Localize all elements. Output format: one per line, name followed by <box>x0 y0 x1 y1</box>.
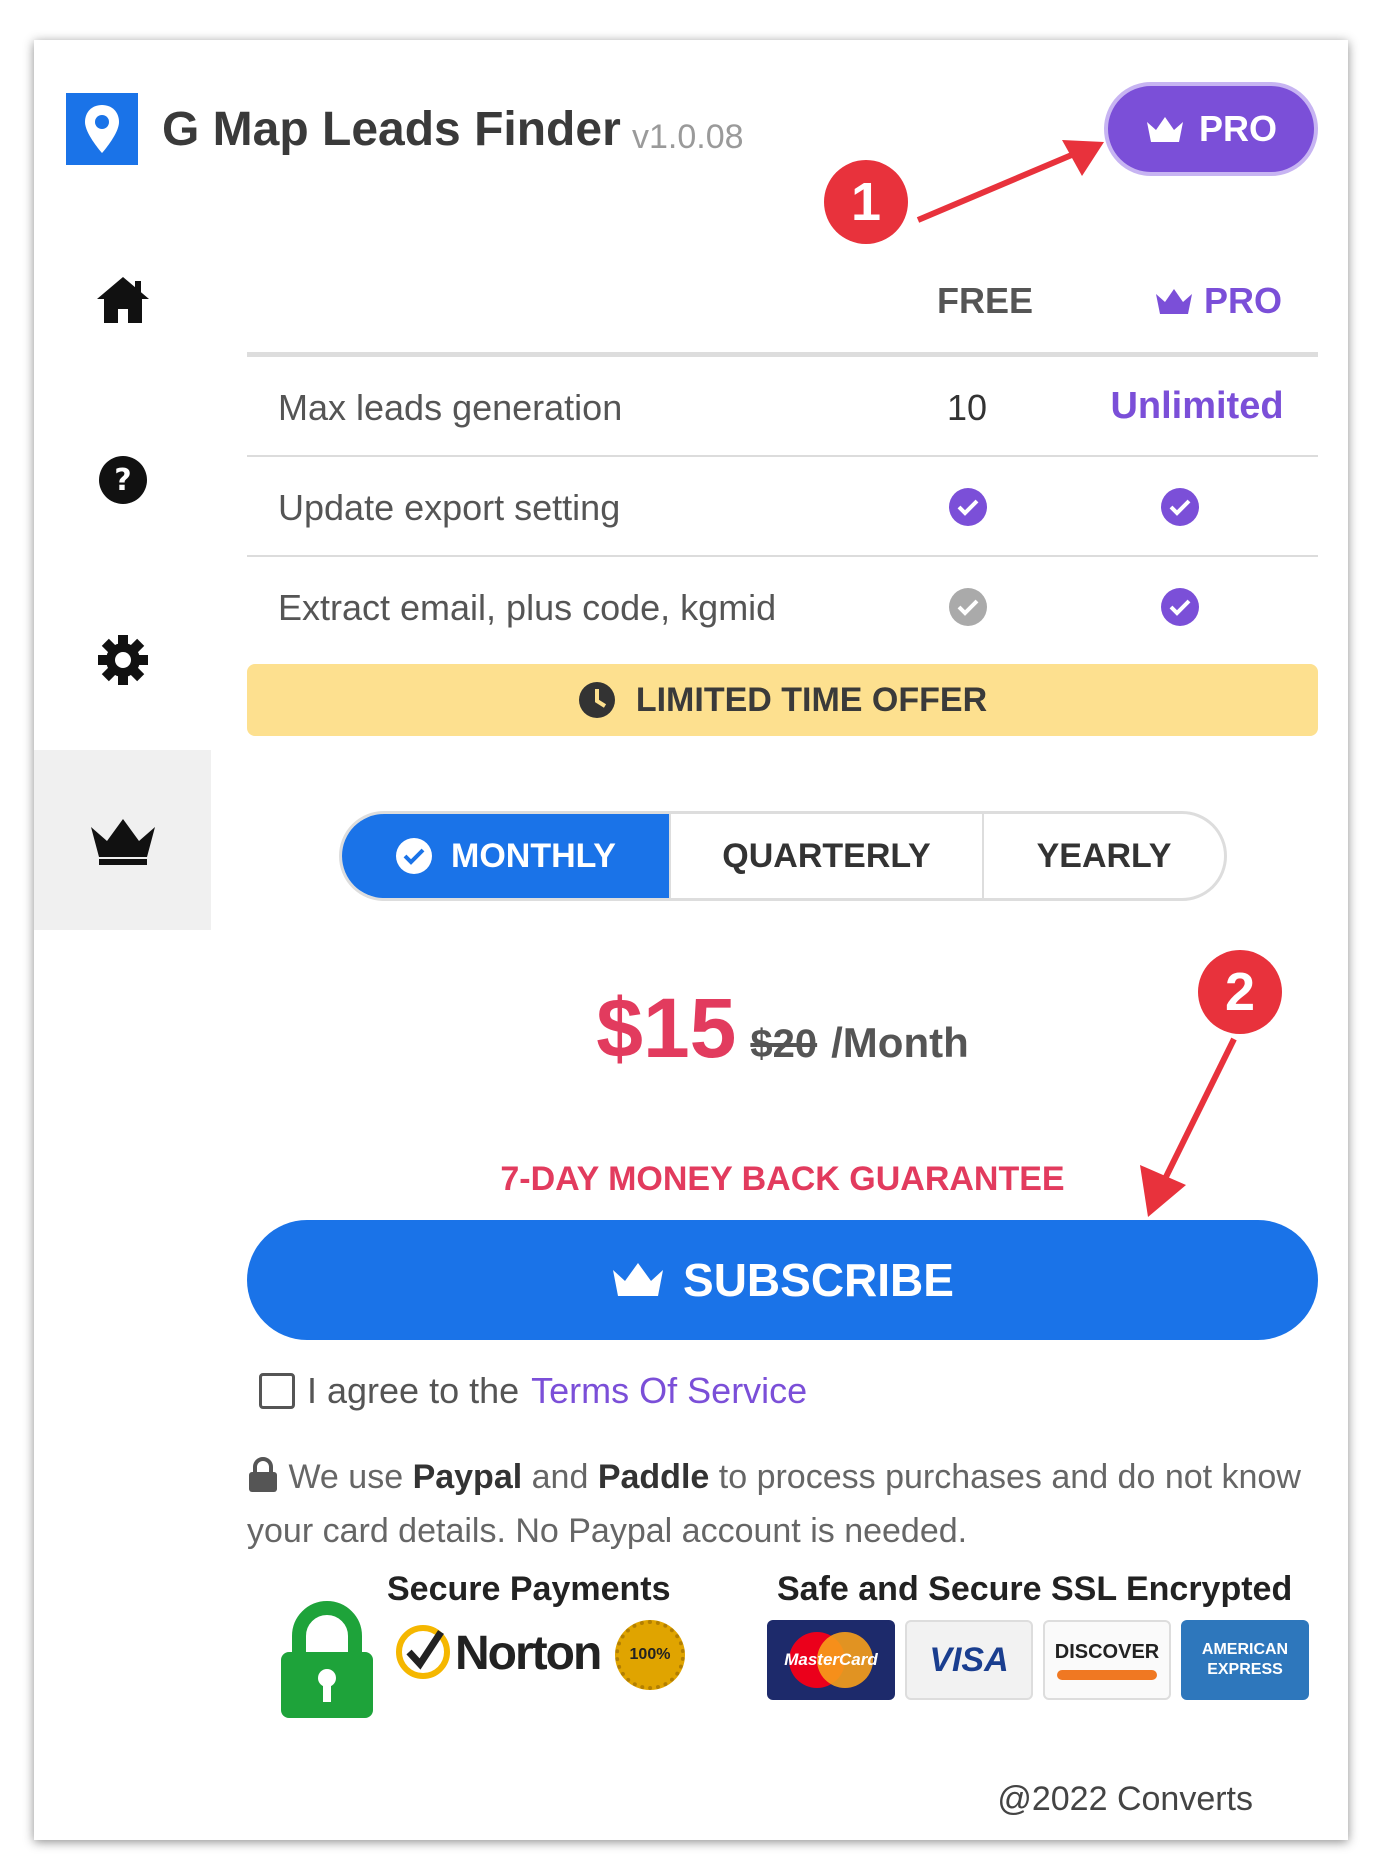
note-text: and <box>531 1458 589 1496</box>
map-pin-icon <box>66 93 138 165</box>
tab-yearly[interactable]: YEARLY <box>984 814 1224 898</box>
tab-label: MONTHLY <box>451 836 616 875</box>
terms-agreement: I agree to the Terms Of Service <box>259 1370 807 1412</box>
table-row: Extract email, plus code, kgmid <box>247 557 1318 657</box>
lock-icon <box>249 1457 277 1492</box>
note-text: We use <box>288 1458 404 1496</box>
guarantee-seal: 100% <box>615 1620 685 1690</box>
note-paypal: Paypal <box>412 1458 523 1496</box>
question-circle-icon: ? <box>98 456 147 504</box>
limited-offer-banner: LIMITED TIME OFFER <box>247 664 1318 736</box>
seal-label: 100% <box>629 1646 671 1663</box>
terms-checkbox[interactable] <box>259 1373 295 1409</box>
price-display: $15 $20 /Month <box>247 980 1318 1077</box>
annotation-marker-1: 1 <box>824 160 908 244</box>
security-badges: Norton 100% MasterCard VISA DISCOVER AME… <box>277 1601 1317 1730</box>
pro-panel: G Map Leads Finder v1.0.08 PRO ? FREE PR… <box>34 40 1348 1840</box>
billing-period-toggle: MONTHLY QUARTERLY YEARLY <box>339 811 1227 901</box>
table-row: Max leads generation 10 Unlimited <box>247 357 1318 457</box>
amex-logo: AMERICAN EXPRESS <box>1181 1620 1309 1700</box>
crown-icon <box>613 1263 664 1296</box>
offer-label: LIMITED TIME OFFER <box>635 680 988 719</box>
secure-payments-title: Secure Payments <box>387 1570 671 1608</box>
feature-label: Max leads generation <box>278 387 623 428</box>
subscribe-label: SUBSCRIBE <box>683 1254 954 1306</box>
visa-label: VISA <box>929 1640 1009 1679</box>
copyright: @2022 Converts <box>997 1780 1253 1818</box>
tab-quarterly[interactable]: QUARTERLY <box>669 814 984 898</box>
note-text: to process purchases and do not know you… <box>247 1458 1301 1550</box>
table-row: Update export setting <box>247 457 1318 557</box>
column-header-free: FREE <box>937 280 1034 321</box>
crown-icon <box>90 819 155 865</box>
discover-logo: DISCOVER <box>1043 1620 1171 1700</box>
sidebar: ? <box>34 210 211 980</box>
tab-label: YEARLY <box>1036 836 1172 875</box>
sidebar-item-settings[interactable] <box>34 570 211 750</box>
feature-label: Extract email, plus code, kgmid <box>278 587 777 628</box>
sidebar-item-home[interactable] <box>34 210 211 390</box>
column-header-pro-label: PRO <box>1204 280 1283 321</box>
feature-label: Update export setting <box>278 487 621 528</box>
visa-logo: VISA <box>905 1620 1033 1700</box>
annotation-number: 2 <box>1224 962 1256 1022</box>
crown-icon <box>1156 289 1192 314</box>
card-logos: MasterCard VISA DISCOVER AMERICAN EXPRES… <box>767 1620 1309 1700</box>
discover-stripe <box>1057 1669 1157 1680</box>
sidebar-item-help[interactable]: ? <box>34 390 211 570</box>
mastercard-label: MasterCard <box>784 1650 878 1669</box>
ssl-title: Safe and Secure SSL Encrypted <box>777 1570 1293 1608</box>
check-circle-icon <box>1161 488 1199 526</box>
mastercard-logo: MasterCard <box>767 1620 895 1700</box>
norton-check-icon <box>396 1625 450 1679</box>
check-circle-icon <box>396 838 432 874</box>
column-header-pro: PRO <box>1154 280 1282 322</box>
terms-link[interactable]: Terms Of Service <box>531 1370 807 1412</box>
subscribe-button[interactable]: SUBSCRIBE <box>247 1220 1318 1340</box>
clock-icon <box>578 682 615 718</box>
note-paddle: Paddle <box>597 1458 710 1496</box>
tab-monthly[interactable]: MONTHLY <box>342 814 669 898</box>
old-price: $20 <box>750 1022 818 1066</box>
sidebar-item-pro[interactable] <box>34 750 211 930</box>
payment-note: We use Paypal and Paddle to process purc… <box>247 1450 1318 1558</box>
padlock-icon <box>281 1601 373 1718</box>
price-period: /Month <box>831 1019 969 1066</box>
free-value: 10 <box>946 387 988 428</box>
money-back-guarantee: 7-DAY MONEY BACK GUARANTEE <box>500 1160 1065 1198</box>
agree-text: I agree to the <box>307 1370 520 1411</box>
amex-label: AMERICAN EXPRESS <box>1201 1641 1289 1678</box>
pro-value: Unlimited <box>1110 385 1284 427</box>
current-price: $15 <box>596 981 737 1075</box>
home-icon <box>96 277 149 323</box>
main-content: FREE PRO Max leads generation 10 Unlimit… <box>247 40 1318 1840</box>
check-circle-icon <box>949 488 987 526</box>
annotation-number: 1 <box>850 172 882 232</box>
check-circle-icon <box>1161 588 1199 626</box>
svg-text:?: ? <box>114 463 131 498</box>
discover-label: DISCOVER <box>1054 1640 1160 1663</box>
norton-label: Norton <box>455 1627 602 1680</box>
check-circle-disabled-icon <box>949 588 987 626</box>
annotation-marker-2: 2 <box>1198 950 1282 1034</box>
tab-label: QUARTERLY <box>722 836 931 875</box>
gear-icon <box>97 635 148 685</box>
